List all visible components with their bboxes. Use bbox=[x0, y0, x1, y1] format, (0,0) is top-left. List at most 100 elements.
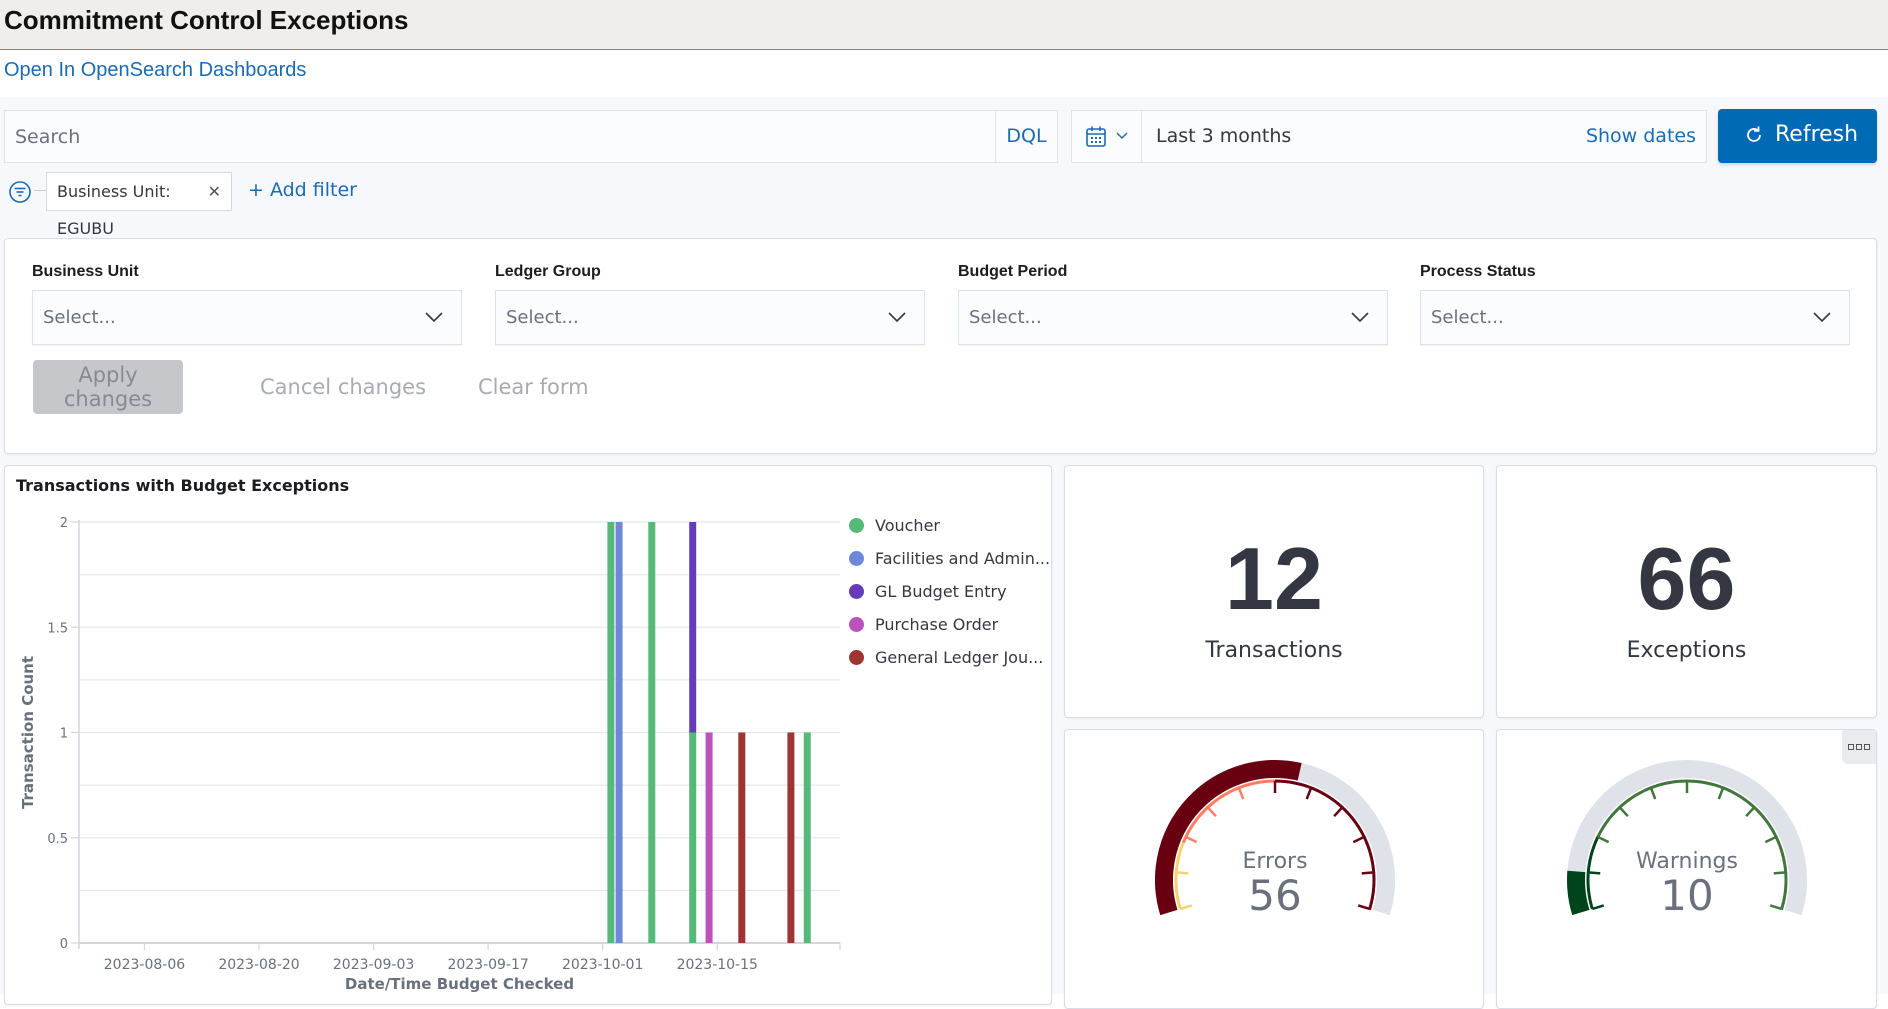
bar bbox=[648, 522, 655, 943]
gauge-scale-segment bbox=[1371, 897, 1372, 904]
bar bbox=[607, 522, 614, 943]
metric-value: 66 bbox=[1497, 528, 1876, 630]
gauge-scale-segment bbox=[1212, 799, 1217, 803]
gauge-scale-segment bbox=[1195, 816, 1199, 821]
more-dot-icon bbox=[1848, 744, 1854, 750]
gauge-scale-segment bbox=[1734, 793, 1740, 797]
filter-connector bbox=[34, 190, 46, 191]
filter-options-icon[interactable] bbox=[8, 180, 32, 204]
gauge-scale-segment bbox=[1371, 854, 1373, 861]
gauge-scale-segment bbox=[1779, 843, 1781, 849]
bar-chart: 00.511.522023-08-062023-08-202023-09-032… bbox=[5, 466, 845, 995]
gauge-scale-segment bbox=[1629, 796, 1635, 800]
gauge-scale-segment bbox=[1263, 781, 1270, 782]
gauge-scale-segment bbox=[1177, 896, 1178, 903]
gauge-scale-segment bbox=[1199, 811, 1204, 816]
gauge-scale-segment bbox=[1328, 796, 1334, 800]
gauge-scale-segment bbox=[1693, 781, 1700, 782]
control-budget-period: Budget Period Select... bbox=[958, 263, 1388, 345]
show-dates-button[interactable]: Show dates bbox=[1586, 111, 1696, 162]
metric-label: Exceptions bbox=[1497, 638, 1876, 663]
close-icon[interactable]: ✕ bbox=[208, 173, 221, 210]
gauge-warnings-panel: Warnings10 bbox=[1496, 729, 1877, 1009]
y-tick-label: 0.5 bbox=[47, 832, 68, 847]
clear-form-button[interactable]: Clear form bbox=[478, 360, 589, 414]
legend-label: GL Budget Entry bbox=[875, 582, 1007, 601]
legend-item[interactable]: Facilities and Admin... bbox=[849, 542, 1050, 575]
legend-item[interactable]: GL Budget Entry bbox=[849, 575, 1050, 608]
date-picker: Last 3 months Show dates bbox=[1071, 110, 1707, 163]
gauge-scale-segment bbox=[1179, 848, 1181, 855]
gauge-scale-segment bbox=[1711, 784, 1718, 786]
filter-pill[interactable]: Business Unit: EGUBU ✕ bbox=[46, 172, 232, 211]
panel-options-button[interactable] bbox=[1842, 730, 1876, 764]
gauge-scale-segment bbox=[1745, 800, 1750, 804]
gauge-scale-segment bbox=[1601, 826, 1605, 832]
y-tick-label: 1 bbox=[60, 727, 68, 742]
control-label: Business Unit bbox=[32, 263, 462, 281]
quick-date-menu-button[interactable] bbox=[1072, 111, 1142, 162]
gauge-scale-segment bbox=[1634, 793, 1640, 796]
x-tick-label: 2023-08-20 bbox=[218, 957, 299, 973]
gauge-scale-segment bbox=[1317, 790, 1323, 793]
gauge-tick bbox=[1353, 837, 1364, 842]
gauge-scale-segment bbox=[1192, 821, 1196, 827]
gauge-value: 56 bbox=[1248, 871, 1301, 920]
bar bbox=[738, 733, 745, 944]
process-status-select[interactable]: Select... bbox=[1420, 290, 1850, 345]
query-language-button[interactable]: DQL bbox=[995, 111, 1057, 162]
chevron-down-icon bbox=[425, 311, 443, 323]
legend-swatch bbox=[849, 650, 864, 665]
gauge-tick bbox=[1598, 837, 1609, 842]
gauge-scale-segment bbox=[1784, 891, 1785, 898]
more-dot-icon bbox=[1856, 744, 1862, 750]
bar bbox=[689, 522, 696, 733]
gauge-scale-segment bbox=[1245, 784, 1252, 786]
refresh-button[interactable]: Refresh bbox=[1718, 109, 1877, 163]
bar bbox=[787, 733, 794, 944]
business-unit-select[interactable]: Select... bbox=[32, 290, 462, 345]
gauge-tick bbox=[1592, 905, 1603, 909]
bar bbox=[616, 522, 623, 943]
gauge-tick bbox=[1746, 807, 1754, 816]
legend-label: Facilities and Admin... bbox=[875, 549, 1050, 568]
gauge-scale-segment bbox=[1217, 796, 1223, 800]
gauge-scale-segment bbox=[1781, 848, 1783, 855]
gauge-scale-segment bbox=[1177, 890, 1178, 897]
legend-swatch bbox=[849, 617, 864, 632]
gauge-scale-segment bbox=[1767, 821, 1771, 827]
gauge-scale-segment bbox=[1588, 884, 1589, 891]
x-tick-label: 2023-08-06 bbox=[104, 957, 185, 973]
title-bar: Commitment Control Exceptions bbox=[0, 0, 1888, 50]
control-label: Ledger Group bbox=[495, 263, 925, 281]
gauge-scale-segment bbox=[1657, 784, 1664, 786]
legend-item[interactable]: Purchase Order bbox=[849, 608, 1050, 641]
gauge-tick bbox=[1774, 872, 1786, 873]
gauge-scale-segment bbox=[1176, 884, 1177, 891]
ledger-group-select[interactable]: Select... bbox=[495, 290, 925, 345]
gauge-tick bbox=[1719, 788, 1723, 799]
gauge-scale-segment bbox=[1373, 885, 1374, 892]
gauge-scale-segment bbox=[1640, 790, 1646, 793]
gauge-scale-segment bbox=[1740, 796, 1746, 800]
x-tick-label: 2023-10-15 bbox=[677, 957, 758, 973]
chevron-down-icon bbox=[1813, 311, 1831, 323]
y-axis-title: Transaction Count bbox=[19, 656, 37, 809]
gauge-tick bbox=[1176, 872, 1188, 873]
search-input[interactable] bbox=[5, 111, 995, 162]
gauge-scale-segment bbox=[1675, 781, 1682, 782]
cancel-changes-button[interactable]: Cancel changes bbox=[260, 360, 426, 414]
gauge-scale-segment bbox=[1705, 783, 1712, 785]
metric-label: Transactions bbox=[1065, 638, 1483, 663]
open-in-opensearch-link[interactable]: Open In OpenSearch Dashboards bbox=[4, 59, 306, 82]
apply-changes-button[interactable]: Apply changes bbox=[33, 360, 183, 414]
gauge-tick bbox=[1651, 788, 1655, 799]
budget-period-select[interactable]: Select... bbox=[958, 290, 1388, 345]
gauge-scale-segment bbox=[1222, 793, 1228, 796]
date-range-label[interactable]: Last 3 months bbox=[1156, 111, 1291, 162]
legend-item[interactable]: General Ledger Jou... bbox=[849, 641, 1050, 674]
chevron-down-icon bbox=[888, 311, 906, 323]
legend-item[interactable]: Voucher bbox=[849, 509, 1050, 542]
chart-panel: Transactions with Budget Exceptions 00.5… bbox=[4, 465, 1052, 1005]
add-filter-button[interactable]: + Add filter bbox=[248, 179, 357, 201]
